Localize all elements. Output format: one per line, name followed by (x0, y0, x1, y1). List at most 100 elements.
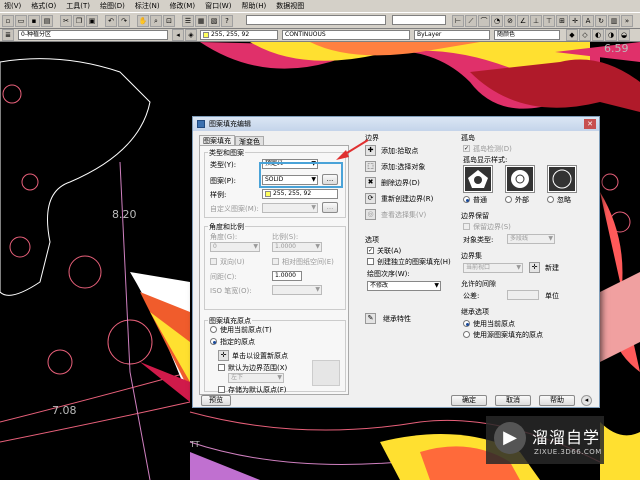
menu-item[interactable]: 窗口(W) (205, 1, 231, 11)
remove-boundary-icon[interactable]: ✖ (365, 177, 376, 188)
preview-button[interactable]: 预览 (201, 395, 231, 406)
custom-pattern-dropdown[interactable]: ▼ (262, 203, 318, 213)
inherit-properties-icon[interactable]: ✎ (365, 313, 376, 324)
associative-checkbox[interactable]: ✓ (367, 247, 374, 254)
color-dropdown[interactable]: 255, 255, 92 (200, 30, 278, 40)
menu-item[interactable]: 绘图(D) (100, 1, 125, 11)
print-icon[interactable]: ▤ (41, 15, 53, 27)
dialog-titlebar[interactable]: 图案填充编辑 ✕ (193, 117, 599, 131)
zoom-window-icon[interactable]: ⊡ (163, 15, 175, 27)
dim-edit-icon[interactable]: A (582, 15, 594, 27)
default-boundary-checkbox[interactable] (218, 364, 225, 371)
relative-paper-checkbox[interactable] (272, 258, 279, 265)
layer-tool-icon[interactable]: ◑ (605, 29, 617, 41)
island-outer-icon[interactable] (505, 165, 535, 193)
inherit-properties-label[interactable]: 继承特性 (383, 314, 411, 324)
dim-diameter-icon[interactable]: ⊘ (504, 15, 516, 27)
crosshair-icon[interactable]: ✛ (218, 350, 229, 361)
help-button[interactable]: 帮助 (539, 395, 575, 406)
view-selection-label[interactable]: 查看选择集(V) (381, 210, 426, 220)
angle-dropdown[interactable]: 0 ▼ (210, 242, 260, 252)
island-ignore-radio[interactable] (547, 196, 554, 203)
dim-arc-icon[interactable]: ⌒ (478, 15, 490, 27)
dim-continue-icon[interactable]: ⊤ (543, 15, 555, 27)
tolerance-icon[interactable]: ⊞ (556, 15, 568, 27)
linetype-dropdown[interactable]: CONTINUOUS (282, 30, 410, 40)
view-selection-icon[interactable]: ◎ (365, 209, 376, 220)
help-icon[interactable]: ? (221, 15, 233, 27)
spacing-input[interactable]: 1.0000 (272, 271, 302, 281)
island-detect-checkbox[interactable]: ✓ (463, 145, 470, 152)
open-icon[interactable]: ▭ (15, 15, 27, 27)
add-pick-point-label[interactable]: 添加:拾取点 (381, 146, 418, 156)
dim-linear-icon[interactable]: ⊢ (452, 15, 464, 27)
scale-dropdown[interactable]: 1.0000 ▼ (272, 242, 322, 252)
select-objects-icon[interactable]: ⬚ (365, 161, 376, 172)
save-icon[interactable]: ▪ (28, 15, 40, 27)
collapse-arrow-icon[interactable]: ◂ (581, 395, 592, 406)
menu-item[interactable]: 格式(O) (31, 1, 56, 11)
properties-icon[interactable]: ☰ (182, 15, 194, 27)
custom-browse-button[interactable]: ... (322, 202, 338, 213)
layer-tool-icon[interactable]: ◐ (592, 29, 604, 41)
inherit-current-origin-radio[interactable] (463, 320, 470, 327)
remove-boundary-label[interactable]: 删除边界(D) (381, 178, 420, 188)
layer-tool-icon[interactable]: ◆ (566, 29, 578, 41)
redo-icon[interactable]: ↷ (118, 15, 130, 27)
design-center-icon[interactable]: ▦ (195, 15, 207, 27)
origin-current-radio[interactable] (210, 326, 217, 333)
dim-radius-icon[interactable]: ◔ (491, 15, 503, 27)
paste-icon[interactable]: ▣ (86, 15, 98, 27)
island-normal-radio[interactable] (463, 196, 470, 203)
layer-tool-icon[interactable]: ◇ (579, 29, 591, 41)
plotstyle-dropdown[interactable]: 随颜色 (494, 30, 560, 40)
layer-tool-icon[interactable]: ◒ (618, 29, 630, 41)
retain-boundary-checkbox[interactable] (463, 223, 470, 230)
island-normal-icon[interactable] (463, 165, 493, 193)
pan-icon[interactable]: ✋ (137, 15, 149, 27)
inherit-source-origin-radio[interactable] (463, 331, 470, 338)
ok-button[interactable]: 确定 (451, 395, 487, 406)
cancel-button[interactable]: 取消 (495, 395, 531, 406)
style-dropdown[interactable] (246, 15, 386, 25)
layer-dropdown[interactable]: 0-种植分区 (18, 30, 168, 40)
recreate-boundary-icon[interactable]: ⟳ (365, 193, 376, 204)
menu-item[interactable]: 视(V) (4, 1, 21, 11)
layer-state-icon[interactable]: ◈ (185, 29, 197, 41)
island-outer-radio[interactable] (505, 196, 512, 203)
dim-baseline-icon[interactable]: ⊥ (530, 15, 542, 27)
double-checkbox[interactable] (210, 258, 217, 265)
layer-manager-icon[interactable]: ≣ (2, 29, 14, 41)
origin-position-dropdown[interactable]: 左下 ▼ (228, 373, 284, 383)
copy-icon[interactable]: ❐ (73, 15, 85, 27)
zoom-icon[interactable]: ⌕ (150, 15, 162, 27)
sample-swatch[interactable]: 255, 255, 92 (262, 189, 338, 199)
lineweight-dropdown[interactable]: ByLayer (414, 30, 490, 40)
draw-order-dropdown[interactable]: 不修改 ▼ (367, 281, 441, 291)
dimstyle-dropdown[interactable] (392, 15, 446, 25)
tab-hatch[interactable]: 图案填充 (199, 135, 235, 145)
undo-icon[interactable]: ↶ (105, 15, 117, 27)
dim-update-icon[interactable]: ↻ (595, 15, 607, 27)
origin-specified-radio[interactable] (210, 338, 217, 345)
tool-palette-icon[interactable]: ▧ (208, 15, 220, 27)
island-ignore-icon[interactable] (547, 165, 577, 193)
new-icon[interactable]: ▫ (2, 15, 14, 27)
cut-icon[interactable]: ✂ (60, 15, 72, 27)
dim-more-icon[interactable]: » (621, 15, 633, 27)
layer-previous-icon[interactable]: ◂ (172, 29, 184, 41)
tolerance-input[interactable] (507, 290, 539, 300)
menu-item[interactable]: 标注(N) (135, 1, 160, 11)
new-boundary-set-icon[interactable]: ✛ (529, 262, 540, 273)
new-boundary-set-label[interactable]: 新建 (545, 263, 559, 273)
object-type-dropdown[interactable]: 多段线 ▼ (507, 234, 555, 244)
center-mark-icon[interactable]: ✛ (569, 15, 581, 27)
menu-item[interactable]: 工具(T) (66, 1, 90, 11)
boundary-set-dropdown[interactable]: 当前视口 ▼ (463, 263, 523, 273)
recreate-boundary-label[interactable]: 重新创建边界(R) (381, 194, 433, 204)
separate-hatch-checkbox[interactable] (367, 258, 374, 265)
dim-aligned-icon[interactable]: ⟋ (465, 15, 477, 27)
menu-item[interactable]: 数据视图 (276, 1, 304, 11)
menu-item[interactable]: 修改(M) (170, 1, 196, 11)
dim-style-icon[interactable]: ▥ (608, 15, 620, 27)
